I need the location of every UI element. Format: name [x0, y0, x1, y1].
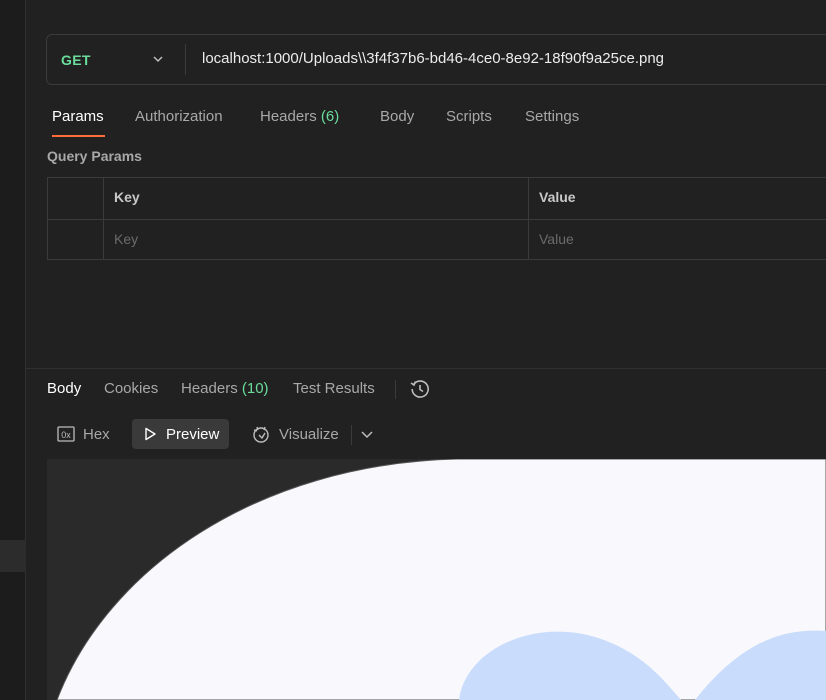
pane-divider[interactable] [26, 368, 826, 369]
request-header-clipped: ← [48, 0, 308, 4]
key-column-header: Key [104, 178, 529, 219]
response-tab-test-results-label: Test Results [293, 380, 375, 397]
tab-authorization-label: Authorization [135, 108, 223, 125]
image-preview [47, 459, 826, 700]
url-input[interactable]: localhost:1000/Uploads\\3f4f37b6-bd46-4c… [202, 50, 664, 67]
response-tab-test-results[interactable]: Test Results [293, 380, 375, 397]
sidebar-selected-item[interactable] [0, 540, 26, 572]
chevron-down-icon[interactable] [359, 426, 375, 442]
preview-view-button[interactable]: Preview [132, 419, 230, 449]
collections-sidebar-edge [0, 0, 26, 700]
tab-scripts-label: Scripts [446, 108, 492, 125]
hex-label: Hex [83, 425, 110, 443]
visualize-icon [253, 426, 269, 443]
active-tab-indicator [52, 135, 105, 137]
visualize-view-button[interactable]: Visualize [241, 419, 349, 449]
tab-body[interactable]: Body [380, 108, 414, 125]
toolbar-separator [351, 425, 352, 445]
response-tab-cookies-label: Cookies [104, 380, 159, 397]
response-tab-headers-label: Headers [181, 380, 238, 397]
tab-settings-label: Settings [525, 108, 580, 125]
tab-body-label: Body [380, 108, 415, 125]
query-params-table: Key Value Key Value [47, 177, 826, 260]
url-divider [185, 44, 186, 75]
visualize-label: Visualize [279, 425, 339, 443]
key-input[interactable]: Key [104, 220, 529, 260]
method-label: GET [61, 51, 91, 68]
row-checkbox-cell[interactable] [48, 220, 104, 260]
table-header-row: Key Value [48, 178, 826, 219]
svg-text:0x: 0x [61, 430, 71, 440]
hex-icon: 0x [57, 426, 75, 442]
tab-authorization[interactable]: Authorization [135, 108, 223, 125]
preview-label: Preview [166, 425, 220, 443]
tab-headers[interactable]: Headers (6) [260, 108, 339, 125]
play-icon [145, 427, 156, 441]
tab-scripts[interactable]: Scripts [446, 108, 492, 125]
query-params-title: Query Params [47, 148, 142, 164]
response-tab-body-label: Body [47, 380, 82, 397]
tab-params-label: Params [52, 108, 104, 125]
value-input[interactable]: Value [529, 220, 826, 260]
row-checkbox-cell [48, 178, 104, 219]
table-row: Key Value [48, 219, 826, 260]
response-tab-cookies[interactable]: Cookies [104, 380, 158, 397]
response-headers-count: (10) [241, 380, 269, 397]
tab-params[interactable]: Params [52, 108, 104, 125]
method-select[interactable]: GET [47, 35, 185, 84]
tabs-separator [395, 380, 396, 399]
tab-headers-label: Headers [260, 108, 317, 125]
tab-settings[interactable]: Settings [525, 108, 579, 125]
response-tab-headers[interactable]: Headers (10) [181, 380, 269, 397]
preview-image [56, 459, 826, 700]
back-arrow-icon[interactable]: ← [52, 0, 68, 4]
hex-view-button[interactable]: 0x Hex [47, 419, 120, 449]
url-bar: GET localhost:1000/Uploads\\3f4f37b6-bd4… [46, 34, 826, 85]
history-icon[interactable] [409, 378, 431, 400]
response-view-toolbar: 0x Hex Preview Visualize [47, 418, 447, 450]
chevron-down-icon [153, 56, 163, 63]
headers-count: (6) [320, 108, 340, 125]
response-tab-body[interactable]: Body [47, 380, 81, 397]
value-column-header: Value [539, 189, 576, 205]
